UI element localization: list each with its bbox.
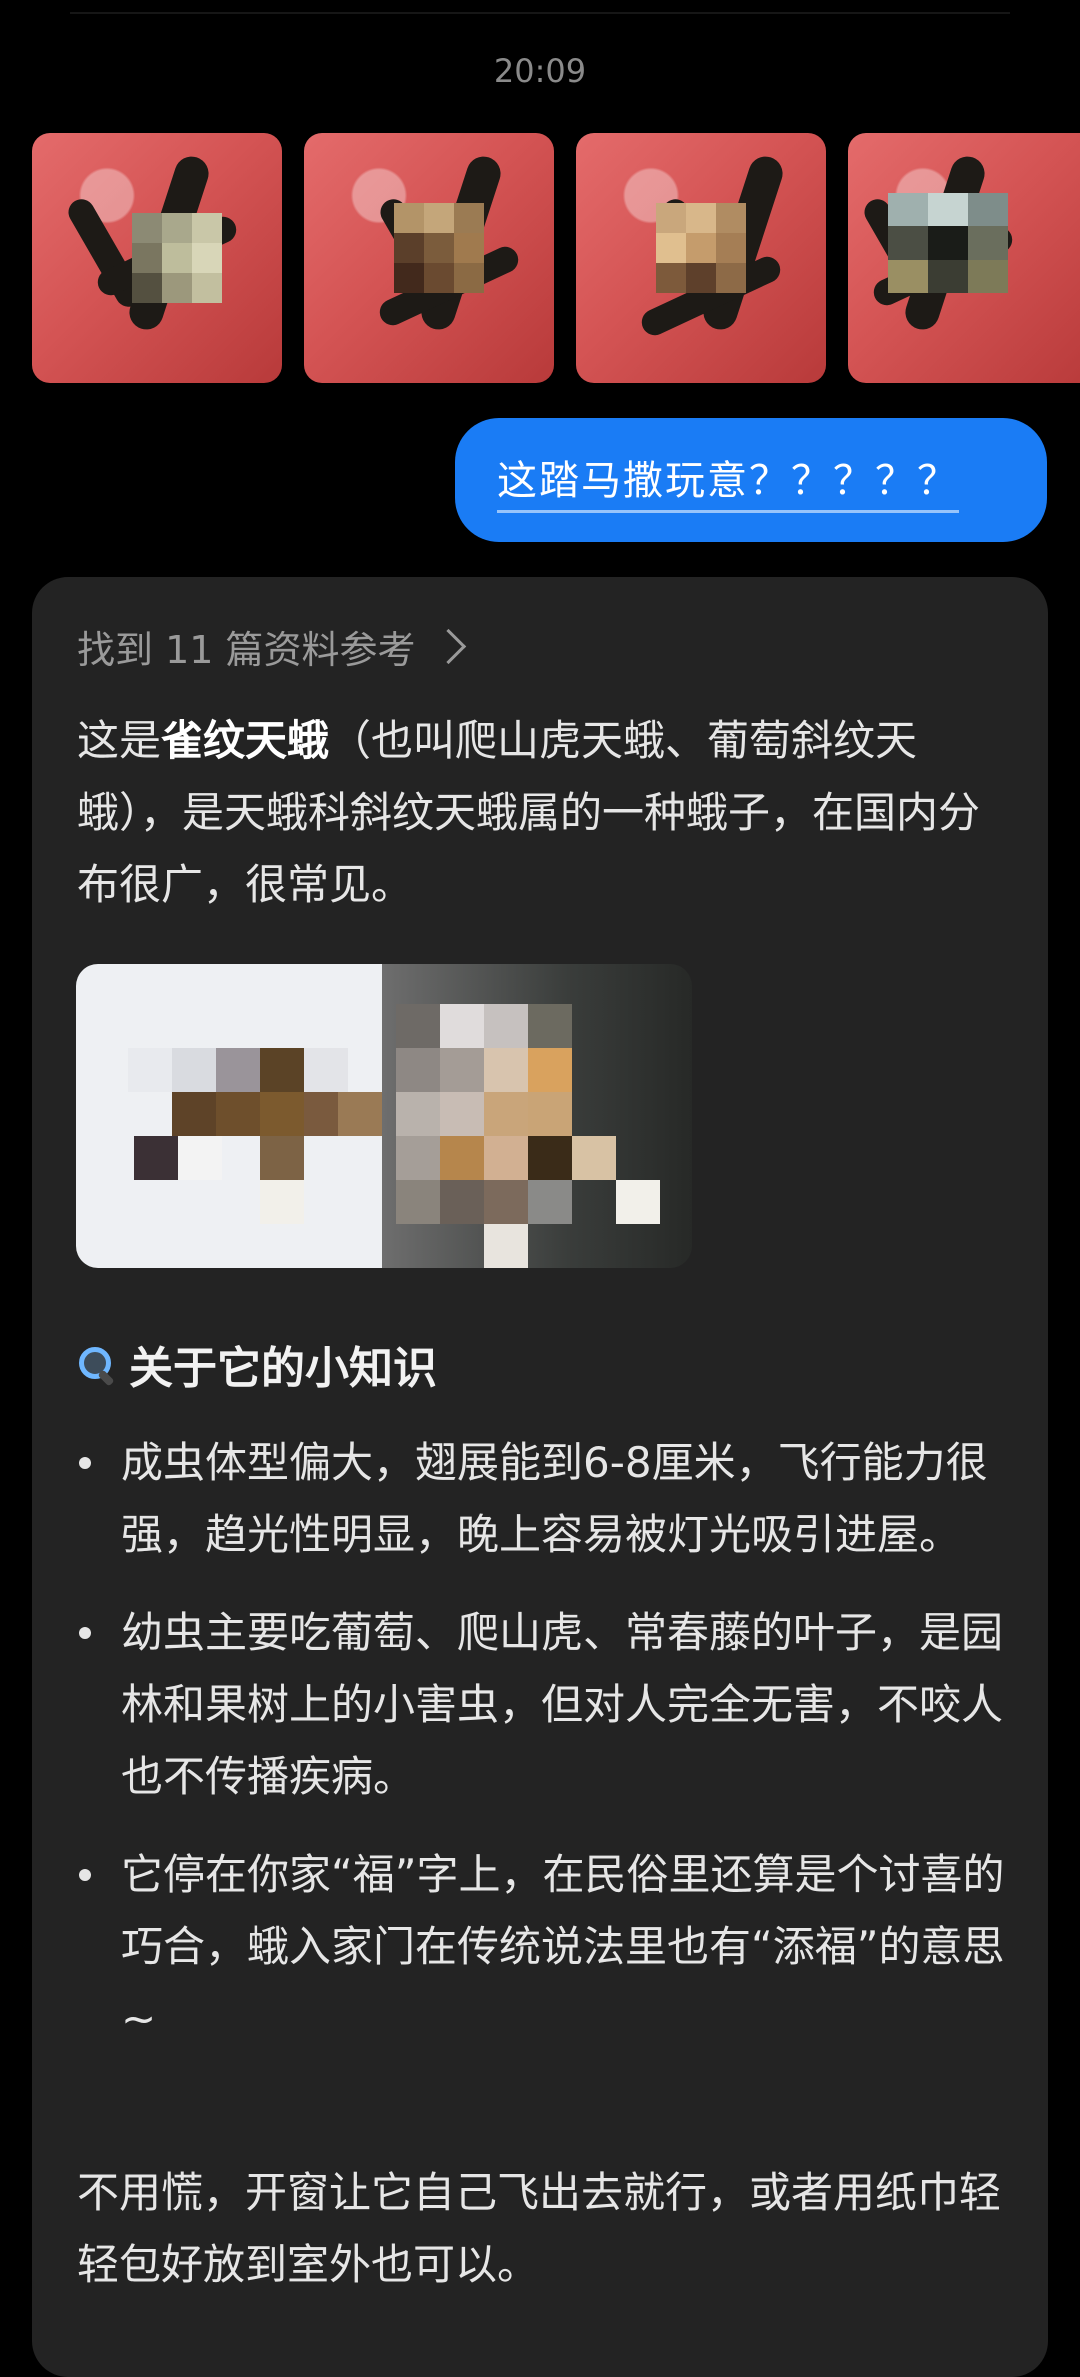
blurred-moth-area [132, 213, 222, 303]
sources-label: 找到 11 篇资料参考 [77, 628, 416, 672]
user-message-text: 这踏马撒玩意？？？？？ [497, 448, 959, 513]
top-divider [70, 12, 1010, 14]
list-item-text: 成虫体型偏大，翅展能到6-8厘米，飞行能力很强，趋光性明显，晚上容易被灯光吸引进… [121, 1438, 988, 1559]
list-item-text: 它停在你家“福”字上，在民俗里还算是个讨喜的巧合，蛾入家门在传统说法里也有“添福… [121, 1850, 1005, 2043]
blurred-moth-area [656, 203, 746, 293]
list-item-text: 幼虫主要吃葡萄、爬山虎、常春藤的叶子，是园林和果树上的小害虫，但对人完全无害，不… [121, 1608, 1004, 1801]
section-heading: 关于它的小知识 [77, 1332, 437, 1396]
magnifier-icon [77, 1345, 115, 1383]
user-photo-1[interactable] [32, 133, 282, 383]
reference-image-right [382, 964, 692, 1268]
closing-paragraph: 不用慌，开窗让它自己飞出去就行，或者用纸巾轻轻包好放到室外也可以。 [77, 2168, 1002, 2289]
user-photo-strip [32, 133, 1080, 383]
facts-list: 成虫体型偏大，翅展能到6-8厘米，飞行能力很强，趋光性明显，晚上容易被灯光吸引进… [77, 1427, 1027, 2081]
chevron-right-icon [430, 628, 466, 665]
intro-paragraph: 这是雀纹天蛾（也叫爬山虎天蛾、葡萄斜纹天蛾），是天蛾科斜纹天蛾属的一种蛾子，在国… [77, 705, 1017, 921]
bullet-dot [79, 1869, 91, 1881]
blurred-moth-area [888, 193, 1008, 293]
bullet-dot [79, 1457, 91, 1469]
section-heading-text: 关于它的小知识 [129, 1343, 437, 1394]
user-photo-2[interactable] [304, 133, 554, 383]
intro-prefix: 这是 [77, 716, 162, 765]
user-photo-3[interactable] [576, 133, 826, 383]
list-item: 幼虫主要吃葡萄、爬山虎、常春藤的叶子，是园林和果树上的小害虫，但对人完全无害，不… [77, 1597, 1027, 1813]
message-timestamp: 20:09 [493, 52, 587, 90]
list-item: 它停在你家“福”字上，在民俗里还算是个讨喜的巧合，蛾入家门在传统说法里也有“添福… [77, 1839, 1027, 2055]
reference-image-left [76, 964, 382, 1268]
list-item: 成虫体型偏大，翅展能到6-8厘米，飞行能力很强，趋光性明显，晚上容易被灯光吸引进… [77, 1427, 1027, 1571]
blurred-moth-area [394, 203, 484, 293]
user-photo-4[interactable] [848, 133, 1080, 383]
bullet-dot [79, 1627, 91, 1639]
user-message-bubble[interactable]: 这踏马撒玩意？？？？？ [455, 418, 1047, 542]
species-name: 雀纹天蛾 [161, 716, 330, 765]
reference-image[interactable] [76, 964, 692, 1268]
assistant-reply-card: 找到 11 篇资料参考 这是雀纹天蛾（也叫爬山虎天蛾、葡萄斜纹天蛾），是天蛾科斜… [32, 577, 1048, 2377]
sources-link[interactable]: 找到 11 篇资料参考 [77, 619, 466, 674]
